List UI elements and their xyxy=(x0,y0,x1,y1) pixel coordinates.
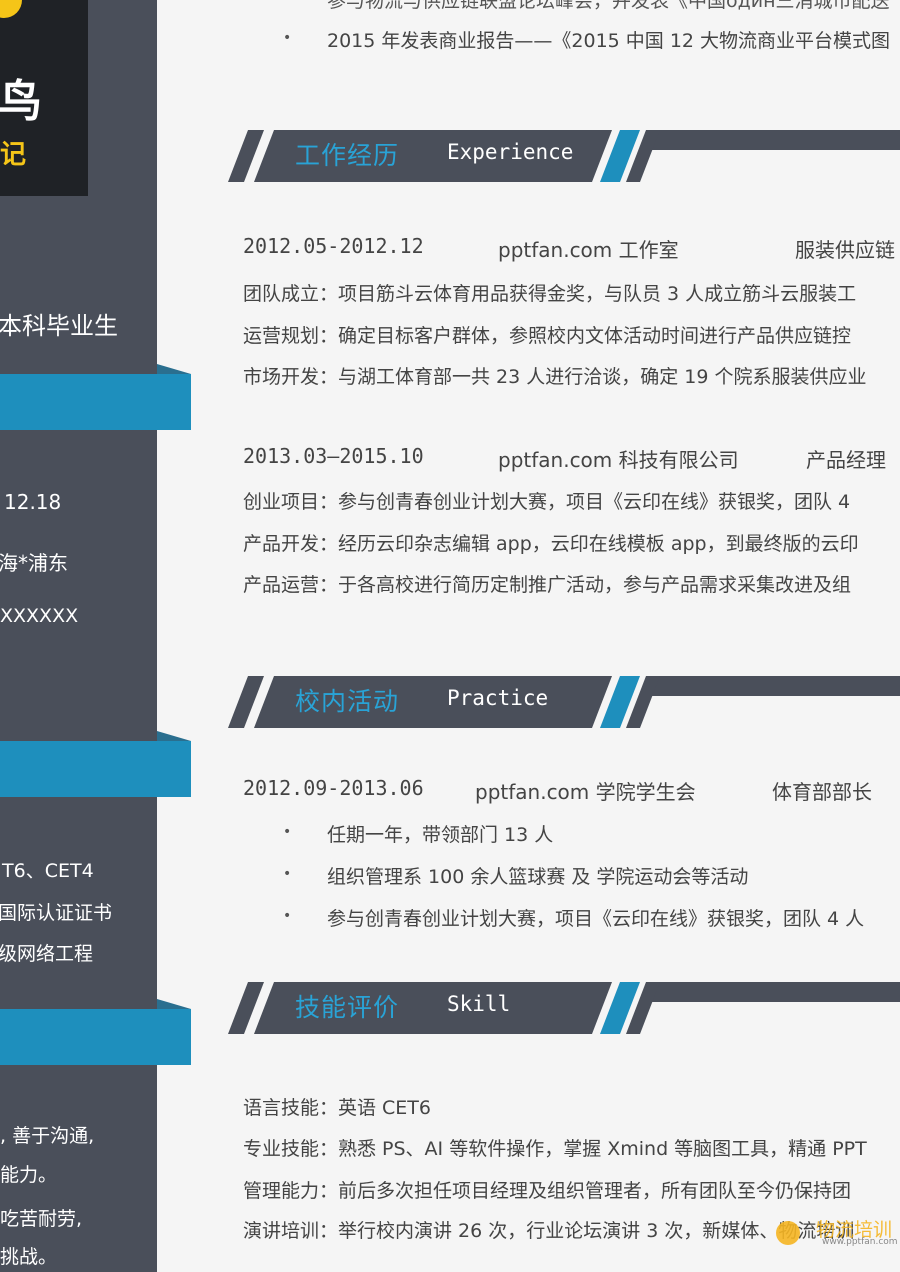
photo-caption-small: 记 xyxy=(0,140,27,170)
practice-bullet: 参与创青春创业计划大赛，项目《云印在线》获银奖，团队 4 人 xyxy=(327,908,865,930)
practice-org: pptfan.com 学院学生会 xyxy=(475,780,696,804)
section-title-cn: 工作经历 xyxy=(295,141,400,170)
skill-line: 管理能力：前后多次担任项目经理及组织管理者，所有团队至今仍保持团 xyxy=(243,1180,852,1202)
info-location: 海*浦东 xyxy=(0,551,68,575)
trait-line-1: , 善于沟通, xyxy=(0,1125,95,1147)
photo-badge-icon xyxy=(0,0,22,18)
section-header-skill: 技能评价 Skill xyxy=(228,982,900,1034)
bullet-dot: • xyxy=(283,866,292,882)
bullet-dot: • xyxy=(283,30,292,46)
section-header-practice: 校内活动 Practice xyxy=(228,676,900,728)
job-detail-line: 市场开发：与湖工体育部一共 23 人进行洽谈，确定 19 个院系服装供应业 xyxy=(243,366,867,388)
section-header-experience: 工作经历 Experience xyxy=(228,130,900,182)
job-period: 2012.05-2012.12 xyxy=(243,234,424,258)
job-detail-line: 团队成立：项目筋斗云体育用品获得金奖，与队员 3 人成立筋斗云服装工 xyxy=(243,283,857,305)
practice-period: 2012.09-2013.06 xyxy=(243,776,424,800)
profile-photo: 鸟 记 xyxy=(0,0,88,196)
photo-caption-large: 鸟 xyxy=(0,76,42,127)
job-detail-line: 产品开发：经历云印杂志编辑 app，云印在线模板 app，到最终版的云印 xyxy=(243,533,859,555)
watermark-logo: 物流培训 www.pptfan.com xyxy=(776,1215,900,1251)
info-birthdate: 12.18 xyxy=(4,490,62,514)
skill-line: 语言技能：英语 CET6 xyxy=(243,1097,432,1119)
cert-line-3: 级网络工程 xyxy=(0,943,94,965)
intro-partial-line: 参与物流与供应链联盟论坛峰会，并发表《中国один三消城市配送 xyxy=(327,0,890,12)
job-role: 产品经理 xyxy=(806,448,886,472)
bullet-dot: • xyxy=(283,824,292,840)
job-role: 服装供应链 xyxy=(795,238,895,262)
degree-label: 本科毕业生 xyxy=(0,312,118,340)
bullet-dot: • xyxy=(283,908,292,924)
intro-report-line: 2015 年发表商业报告——《2015 中国 12 大物流商业平台模式图 xyxy=(327,30,891,52)
job-detail-line: 创业项目：参与创青春创业计划大赛，项目《云印在线》获银奖，团队 4 xyxy=(243,491,851,513)
trait-line-4: 挑战。 xyxy=(0,1246,58,1268)
practice-bullet: 组织管理系 100 余人篮球赛 及 学院运动会等活动 xyxy=(327,866,749,888)
practice-bullet: 任期一年，带领部门 13 人 xyxy=(327,824,554,846)
watermark-icon xyxy=(776,1221,800,1245)
practice-role: 体育部部长 xyxy=(772,780,872,804)
section-title-en: Skill xyxy=(447,992,511,1016)
section-title-cn: 技能评价 xyxy=(295,993,400,1022)
cert-line-1: T6、CET4 xyxy=(2,860,94,882)
sidebar-ribbon-traits xyxy=(0,999,191,1065)
job-company: pptfan.com 工作室 xyxy=(498,238,679,262)
job-detail-line: 运营规划：确定目标客户群体，参照校内文体活动时间进行产品供应链控 xyxy=(243,325,852,347)
job-company: pptfan.com 科技有限公司 xyxy=(498,448,739,472)
trait-line-2: 能力。 xyxy=(0,1164,58,1186)
job-period: 2013.03—2015.10 xyxy=(243,444,424,468)
resume-sidebar: 鸟 记 本科毕业生 12.18 海*浦东 XXXXXX T6、CET4 国际认证… xyxy=(0,0,157,1272)
sidebar-ribbon-info xyxy=(0,364,191,430)
sidebar-ribbon-certs xyxy=(0,731,191,797)
info-phone: XXXXXX xyxy=(0,605,79,627)
skill-line: 专业技能：熟悉 PS、AI 等软件操作，掌握 Xmind 等脑图工具，精通 PP… xyxy=(243,1138,867,1160)
trait-line-3: 吃苦耐劳, xyxy=(0,1208,83,1230)
section-title-en: Experience xyxy=(447,140,574,164)
section-title-cn: 校内活动 xyxy=(295,687,400,716)
cert-line-2: 国际认证证书 xyxy=(0,902,113,924)
skill-line: 演讲培训：举行校内演讲 26 次，行业论坛演讲 3 次，新媒体、物流培训 xyxy=(243,1220,855,1242)
section-title-en: Practice xyxy=(447,686,549,710)
job-detail-line: 产品运营：于各高校进行简历定制推广活动，参与产品需求采集改进及组 xyxy=(243,574,852,596)
watermark-url: www.pptfan.com xyxy=(822,1237,898,1247)
